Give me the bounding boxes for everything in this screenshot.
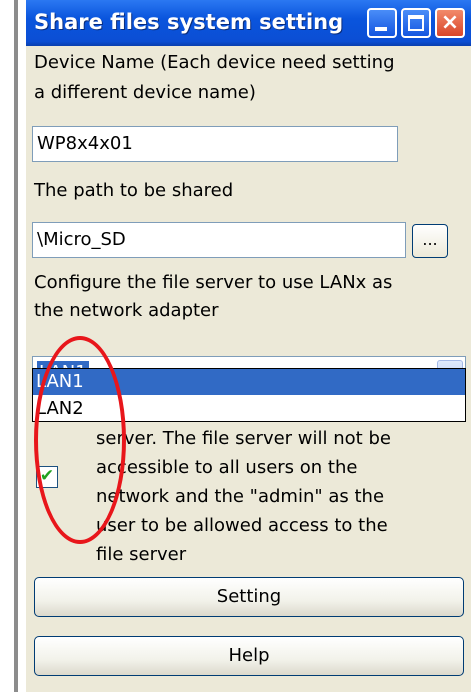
checkmark-icon: ✔ — [39, 466, 55, 486]
device-name-label-line1: Device Name (Each device need setting — [34, 52, 395, 73]
security-text-line: server. The file server will not be — [96, 428, 391, 449]
maximize-button[interactable] — [401, 8, 431, 38]
device-name-label-line2: a different device name) — [34, 82, 256, 103]
adapter-label-line2: the network adapter — [34, 300, 219, 321]
security-text-line: user to be allowed access to the — [96, 515, 388, 536]
adapter-dropdown-list: LAN1 LAN2 — [32, 368, 466, 422]
setting-button[interactable]: Setting — [34, 577, 464, 617]
dropdown-option-lan1[interactable]: LAN1 — [33, 369, 465, 395]
settings-window: Share files system setting × Device Name… — [26, 0, 471, 692]
frame-border — [14, 0, 18, 692]
security-text-line: accessible to all users on the — [96, 457, 358, 478]
maximize-icon — [408, 15, 424, 31]
window-title: Share files system setting — [34, 10, 344, 34]
security-text-line: network and the "admin" as the — [96, 486, 385, 507]
title-bar[interactable]: Share files system setting × — [26, 0, 471, 46]
browse-button[interactable]: ... — [412, 224, 448, 258]
adapter-label-line1: Configure the file server to use LANx as — [34, 272, 393, 293]
close-button[interactable]: × — [435, 8, 465, 38]
help-button[interactable]: Help — [34, 636, 464, 676]
left-frame — [0, 0, 24, 692]
dropdown-option-lan2[interactable]: LAN2 — [33, 396, 465, 422]
device-name-input[interactable]: WP8x4x01 — [32, 126, 398, 162]
shared-path-label: The path to be shared — [34, 180, 234, 201]
minimize-icon — [375, 27, 387, 31]
shared-path-input[interactable]: \Micro_SD — [32, 222, 406, 258]
minimize-button[interactable] — [367, 8, 397, 38]
security-text-line: file server — [96, 544, 187, 565]
security-checkbox[interactable]: ✔ — [36, 466, 58, 488]
security-option-text: server. The file server will not be acce… — [96, 424, 456, 569]
close-icon: × — [440, 10, 460, 35]
